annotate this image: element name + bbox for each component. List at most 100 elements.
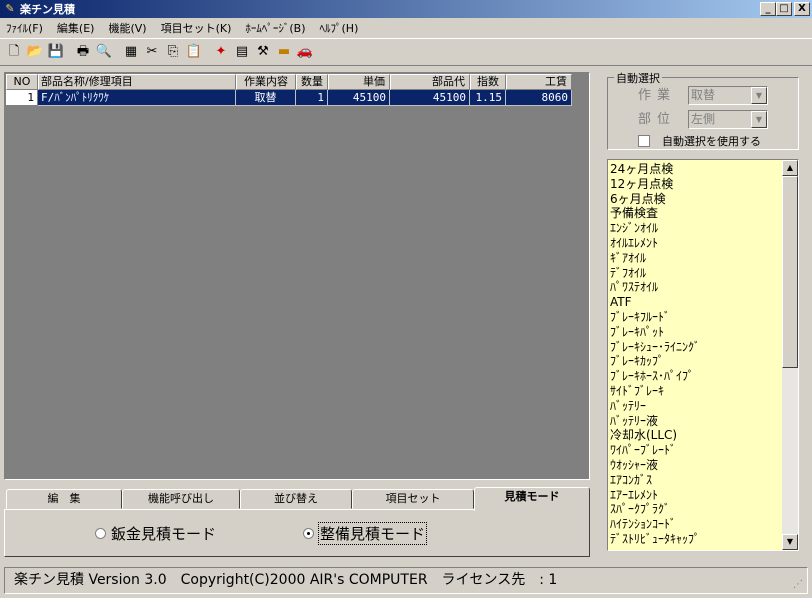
list-item[interactable]: ｻｲﾄﾞﾌﾞﾚｰｷ (610, 384, 782, 399)
menu-file[interactable]: ﾌｧｲﾙ(F) (6, 20, 43, 36)
copy-icon[interactable]: ⎘ (163, 42, 183, 62)
paste-icon[interactable]: 📋 (184, 42, 204, 62)
scroll-down-icon[interactable]: ▼ (782, 534, 798, 550)
item-list[interactable]: 24ヶ月点検 12ヶ月点検 6ヶ月点検 予備検査 ｴﾝｼﾞﾝｵｲﾙ ｵｲﾙｴﾚﾒﾝﾄ ｷﾞｱ… (607, 159, 799, 551)
col-header-labor[interactable]: 工賃 (506, 74, 572, 90)
cell-qty[interactable]: 1 (296, 90, 328, 106)
list-item[interactable]: ｳｵｯｼｬｰ液 (610, 458, 782, 473)
tab-edit[interactable]: 編 集 (6, 489, 122, 509)
menu-bar: ﾌｧｲﾙ(F) 編集(E) 機能(V) 項目セット(K) ﾎｰﾑﾍﾟｰｼﾞ(B)… (0, 18, 812, 37)
list-item[interactable]: ﾃﾞｽﾄﾘﾋﾞｭｰﾀｷｬｯﾌﾟ (610, 532, 782, 547)
new-file-icon[interactable]: 🗋 (4, 42, 24, 62)
chevron-down-icon[interactable]: ▼ (751, 87, 767, 104)
cell-index[interactable]: 1.15 (470, 90, 506, 106)
status-text: 楽チン見積 Version 3.0 Copyright(C)2000 AIR's… (14, 572, 558, 588)
tool-icon-4[interactable]: ▬ (274, 42, 294, 62)
list-item[interactable]: ﾜｲﾊﾟｰﾌﾞﾚｰﾄﾞ (610, 443, 782, 458)
col-header-work[interactable]: 作業内容 (236, 74, 296, 90)
tab-estimate-mode[interactable]: 見積モード (474, 487, 590, 511)
print-icon[interactable]: 🖶 (73, 42, 93, 62)
col-header-qty[interactable]: 数量 (296, 74, 328, 90)
save-icon[interactable]: 💾 (46, 42, 66, 62)
table-row[interactable]: 1 F/ﾊﾞﾝﾊﾟﾄﾘｸﾜｹ 取替 1 45100 45100 1.15 806… (6, 90, 572, 106)
cut-icon[interactable]: ✂ (142, 42, 162, 62)
menu-item-set[interactable]: 項目セット(K) (161, 20, 232, 36)
list-item[interactable]: ﾌﾞﾚｰｷﾊﾟｯﾄ (610, 325, 782, 340)
list-item[interactable]: ﾊﾞｯﾃﾘｰ液 (610, 414, 782, 429)
print-preview-icon[interactable]: 🔍 (94, 42, 114, 62)
list-item[interactable]: 予備検査 (610, 206, 782, 221)
cell-labor[interactable]: 8060 (506, 90, 572, 106)
auto-select-group: 自動選択 作業 取替 ▼ 部位 左側 ▼ 自動選択を使用する (607, 70, 799, 150)
main-window: ✎ 楽チン見積 _ □ X ﾌｧｲﾙ(F) 編集(E) 機能(V) 項目セット(… (0, 0, 812, 598)
col-header-index[interactable]: 指数 (470, 74, 506, 90)
menu-function[interactable]: 機能(V) (108, 20, 146, 36)
menu-edit[interactable]: 編集(E) (57, 20, 95, 36)
list-item[interactable]: 12ヶ月点検 (610, 177, 782, 192)
minimize-button[interactable]: _ (760, 2, 776, 16)
radio-maintenance-mode[interactable]: 整備見積モード (303, 522, 428, 545)
tool-icon-3[interactable]: ⚒ (253, 42, 273, 62)
scroll-thumb[interactable] (782, 176, 798, 368)
item-list-items: 24ヶ月点検 12ヶ月点検 6ヶ月点検 予備検査 ｴﾝｼﾞﾝｵｲﾙ ｵｲﾙｴﾚﾒﾝﾄ ｷﾞｱ… (610, 162, 782, 547)
col-header-unit-price[interactable]: 単価 (328, 74, 390, 90)
title-bar[interactable]: ✎ 楽チン見積 _ □ X (0, 0, 812, 18)
checkbox-box[interactable] (638, 135, 650, 147)
tool-icon-1[interactable]: ✦ (211, 42, 231, 62)
auto-select-checkbox[interactable]: 自動選択を使用する (638, 133, 761, 149)
list-item[interactable]: ｴｱｺﾝｶﾞｽ (610, 473, 782, 488)
radio-circle-selected[interactable] (303, 528, 314, 539)
list-item[interactable]: ﾊﾟﾜｽﾃｵｲﾙ (610, 280, 782, 295)
maximize-button[interactable]: □ (776, 2, 792, 16)
list-item[interactable]: ﾌﾞﾚｰｷﾎｰｽ･ﾊﾟｲﾌﾟ (610, 369, 782, 384)
list-item[interactable]: 冷却水(LLC) (610, 428, 782, 443)
work-combo[interactable]: 取替 ▼ (688, 86, 768, 105)
list-item[interactable]: ｽﾊﾟｰｸﾌﾟﾗｸﾞ (610, 502, 782, 517)
list-item[interactable]: ﾌﾞﾚｰｷｶｯﾌﾟ (610, 354, 782, 369)
list-item[interactable]: ﾊｲﾃﾝｼｮﾝｺｰﾄﾞ (610, 517, 782, 532)
tool-icon-2[interactable]: ▤ (232, 42, 252, 62)
tab-item-set[interactable]: 項目セット (352, 489, 474, 509)
radio-circle[interactable] (95, 528, 106, 539)
cell-parts-cost[interactable]: 45100 (390, 90, 470, 106)
list-item[interactable]: ｷﾞｱｵｲﾙ (610, 251, 782, 266)
cell-unit-price[interactable]: 45100 (328, 90, 390, 106)
list-item[interactable]: ATF (610, 295, 782, 310)
car-icon[interactable]: 🚗 (295, 42, 315, 62)
part-combo-value: 左側 (691, 112, 716, 126)
tab-panel: 鈑金見積モード 整備見積モード (4, 509, 590, 557)
cell-no[interactable]: 1 (6, 90, 38, 106)
list-item[interactable]: 6ヶ月点検 (610, 192, 782, 207)
list-item[interactable]: ﾃﾞﾌｵｲﾙ (610, 266, 782, 281)
menu-homepage[interactable]: ﾎｰﾑﾍﾟｰｼﾞ(B) (245, 20, 305, 36)
properties-icon[interactable]: ▦ (121, 42, 141, 62)
col-header-parts-cost[interactable]: 部品代 (390, 74, 470, 90)
vertical-scrollbar[interactable]: ▲ ▼ (782, 160, 798, 550)
tab-sort[interactable]: 並び替え (240, 489, 352, 509)
open-folder-icon[interactable]: 📂 (25, 42, 45, 62)
list-item[interactable]: ｵｲﾙｴﾚﾒﾝﾄ (610, 236, 782, 251)
list-item[interactable]: 24ヶ月点検 (610, 162, 782, 177)
col-header-no[interactable]: NO (6, 74, 38, 90)
resize-grip-icon[interactable]: ⋰ (793, 579, 805, 591)
list-item[interactable]: ﾌﾞﾚｰｷｼｭｰ･ﾗｲﾆﾝｸﾞ (610, 340, 782, 355)
estimate-grid[interactable]: NO 部品名称/修理項目 作業内容 数量 単価 部品代 指数 工賃 1 F/ﾊﾞ… (4, 72, 590, 480)
col-header-part-name[interactable]: 部品名称/修理項目 (38, 74, 236, 90)
app-icon[interactable]: ✎ (3, 2, 17, 16)
list-item[interactable]: ﾊﾞｯﾃﾘｰ (610, 399, 782, 414)
tab-control: 編 集 機能呼び出し 並び替え 項目セット 見積モード 鈑金見積モード 整備見積… (4, 487, 590, 559)
radio-sheet-metal-mode[interactable]: 鈑金見積モード (95, 523, 216, 544)
chevron-down-icon[interactable]: ▼ (751, 111, 767, 128)
scroll-up-icon[interactable]: ▲ (782, 160, 798, 176)
close-button[interactable]: X (794, 2, 810, 16)
menu-help[interactable]: ﾍﾙﾌﾟ(H) (320, 20, 359, 36)
cell-part-name[interactable]: F/ﾊﾞﾝﾊﾟﾄﾘｸﾜｹ (38, 90, 236, 106)
part-combo[interactable]: 左側 ▼ (688, 110, 768, 129)
list-item[interactable]: ﾌﾞﾚｰｷﾌﾙｰﾄﾞ (610, 310, 782, 325)
grid-header: NO 部品名称/修理項目 作業内容 数量 単価 部品代 指数 工賃 (6, 74, 572, 90)
radio-label: 鈑金見積モード (111, 525, 217, 543)
list-item[interactable]: ｴｱｰｴﾚﾒﾝﾄ (610, 488, 782, 503)
tab-function-call[interactable]: 機能呼び出し (122, 489, 240, 509)
list-item[interactable]: ｴﾝｼﾞﾝｵｲﾙ (610, 221, 782, 236)
cell-work[interactable]: 取替 (236, 90, 296, 106)
